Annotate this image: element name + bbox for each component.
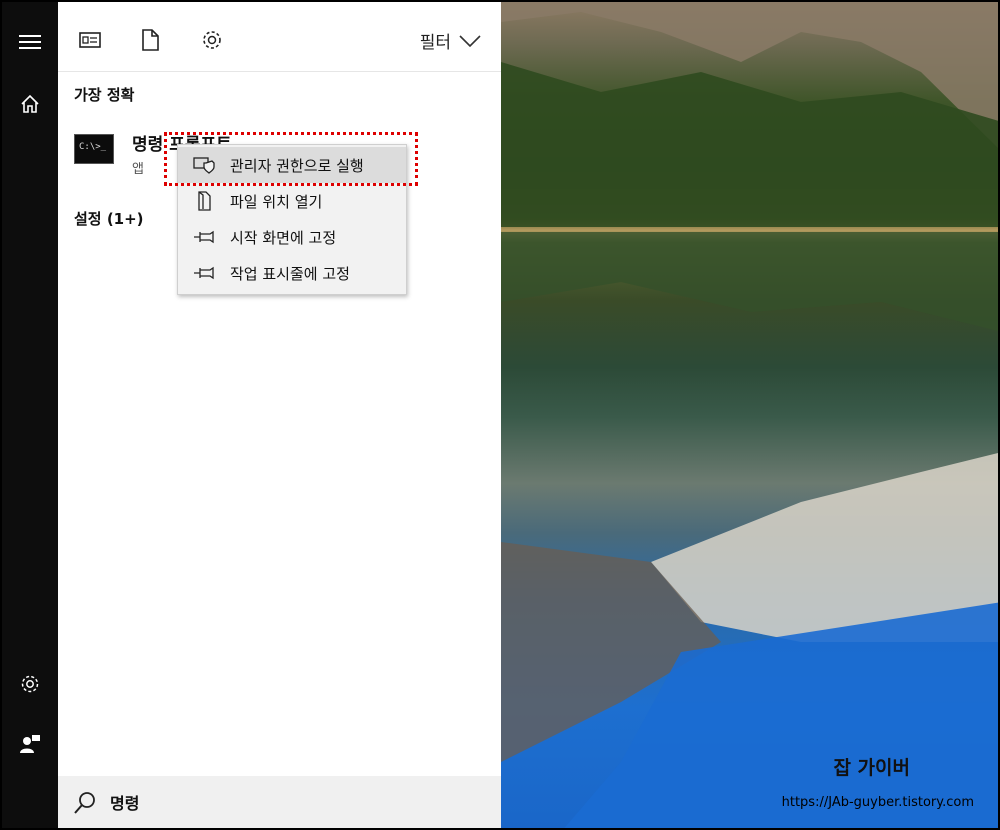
- search-bar[interactable]: 명령: [58, 776, 501, 828]
- pin-icon: [192, 227, 216, 247]
- home-icon: [21, 94, 39, 113]
- document-icon: [142, 29, 159, 51]
- hamburger-menu-button[interactable]: [2, 18, 58, 66]
- settings-button[interactable]: [2, 660, 58, 708]
- start-rail: [2, 2, 58, 828]
- user-account-button[interactable]: [2, 720, 58, 768]
- gear-icon: [21, 675, 39, 693]
- user-feedback-icon: [20, 735, 40, 753]
- hamburger-icon: [19, 35, 41, 49]
- menu-item-label: 작업 표시줄에 고정: [230, 264, 350, 283]
- screenshot-frame: 필터 가장 정확 C:\>_ 명령 프롬프트 앱 설정 (1+) 관리자 권한으…: [0, 0, 1000, 830]
- pin-icon: [192, 263, 216, 283]
- menu-item-label: 파일 위치 열기: [230, 192, 323, 211]
- command-prompt-icon: C:\>_: [74, 134, 114, 164]
- watermark-url: https://JAb-guyber.tistory.com: [781, 795, 974, 810]
- landscape-image: [501, 2, 998, 828]
- search-toolbar: 필터: [58, 2, 501, 72]
- documents-filter-button[interactable]: [136, 26, 164, 54]
- filter-label: 필터: [419, 33, 451, 53]
- gear-icon: [203, 31, 221, 49]
- filter-dropdown[interactable]: 필터: [420, 28, 481, 53]
- chevron-down-icon: [459, 34, 481, 47]
- home-button[interactable]: [2, 80, 58, 128]
- search-panel: 필터 가장 정확 C:\>_ 명령 프롬프트 앱 설정 (1+): [58, 2, 501, 828]
- highlight-run-as-admin: [164, 132, 418, 186]
- apps-filter-button[interactable]: [76, 26, 104, 54]
- menu-item-pin-to-start[interactable]: 시작 화면에 고정: [178, 219, 406, 255]
- menu-item-pin-to-taskbar[interactable]: 작업 표시줄에 고정: [178, 255, 406, 291]
- window-icon: [79, 32, 101, 48]
- top-result-type: 앱: [132, 162, 144, 177]
- menu-item-open-file-location[interactable]: 파일 위치 열기: [178, 183, 406, 219]
- desktop-wallpaper: 잡 가이버 https://JAb-guyber.tistory.com: [501, 2, 998, 828]
- settings-heading: 설정 (1+): [74, 210, 144, 228]
- search-input[interactable]: 명령: [110, 790, 139, 814]
- folder-icon: [192, 191, 216, 211]
- search-icon: [74, 792, 95, 814]
- best-match-heading: 가장 정확: [74, 86, 135, 104]
- settings-filter-button[interactable]: [198, 26, 226, 54]
- watermark-title: 잡 가이버: [833, 757, 910, 779]
- menu-item-label: 시작 화면에 고정: [230, 228, 337, 247]
